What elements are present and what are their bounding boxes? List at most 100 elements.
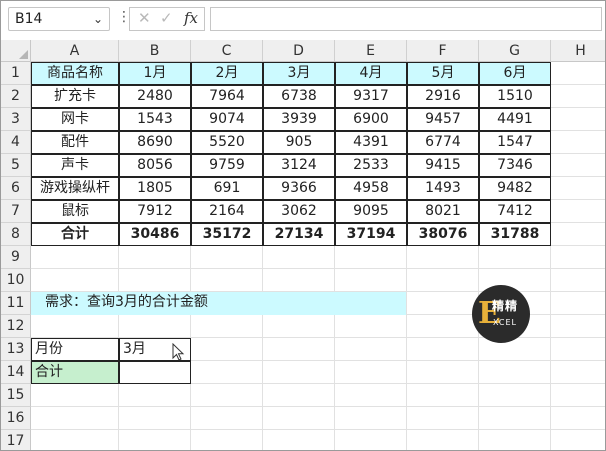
cell-g9[interactable] bbox=[479, 246, 551, 269]
cell-h16[interactable] bbox=[551, 407, 605, 430]
lookup-month-label[interactable]: 月份 bbox=[31, 338, 119, 361]
cell-f11[interactable] bbox=[407, 292, 479, 315]
insert-function-icon[interactable]: fx bbox=[184, 9, 198, 27]
cell-f15[interactable] bbox=[407, 384, 479, 407]
table-header-cell[interactable]: 4月 bbox=[335, 62, 407, 85]
row-header-6[interactable]: 6 bbox=[1, 177, 31, 200]
table-header-cell[interactable]: 6月 bbox=[479, 62, 551, 85]
cell-b10[interactable] bbox=[119, 269, 191, 292]
cell-a10[interactable] bbox=[31, 269, 119, 292]
row-header-3[interactable]: 3 bbox=[1, 108, 31, 131]
table-cell[interactable]: 3124 bbox=[263, 154, 335, 177]
cell-b12[interactable] bbox=[119, 315, 191, 338]
cell-g15[interactable] bbox=[479, 384, 551, 407]
cell-f10[interactable] bbox=[407, 269, 479, 292]
row-header-15[interactable]: 15 bbox=[1, 384, 31, 407]
cell-d10[interactable] bbox=[263, 269, 335, 292]
cell-h12[interactable] bbox=[551, 315, 605, 338]
table-cell[interactable]: 3062 bbox=[263, 200, 335, 223]
cell-h5[interactable] bbox=[551, 154, 605, 177]
table-cell[interactable]: 905 bbox=[263, 131, 335, 154]
cell-g14[interactable] bbox=[479, 361, 551, 384]
table-cell[interactable]: 7346 bbox=[479, 154, 551, 177]
formula-input[interactable] bbox=[210, 7, 602, 31]
cell-c13[interactable] bbox=[191, 338, 263, 361]
cell-f17[interactable] bbox=[407, 430, 479, 450]
chevron-down-icon[interactable]: ⌄ bbox=[93, 12, 103, 26]
total-value-cell[interactable]: 27134 bbox=[263, 223, 335, 246]
table-header-cell[interactable]: 1月 bbox=[119, 62, 191, 85]
table-cell[interactable]: 9415 bbox=[407, 154, 479, 177]
row-header-14[interactable]: 14 bbox=[1, 361, 31, 384]
table-cell[interactable]: 9366 bbox=[263, 177, 335, 200]
cell-d12[interactable] bbox=[263, 315, 335, 338]
cell-h6[interactable] bbox=[551, 177, 605, 200]
table-cell[interactable]: 9317 bbox=[335, 85, 407, 108]
total-value-cell[interactable]: 38076 bbox=[407, 223, 479, 246]
select-all-corner[interactable] bbox=[1, 40, 31, 62]
cell-e15[interactable] bbox=[335, 384, 407, 407]
cell-c16[interactable] bbox=[191, 407, 263, 430]
total-value-cell[interactable]: 35172 bbox=[191, 223, 263, 246]
enter-check-icon[interactable]: ✓ bbox=[160, 9, 173, 27]
cell-h11[interactable] bbox=[551, 292, 605, 315]
cell-b16[interactable] bbox=[119, 407, 191, 430]
cell-a15[interactable] bbox=[31, 384, 119, 407]
table-cell[interactable]: 9482 bbox=[479, 177, 551, 200]
table-cell[interactable]: 7912 bbox=[119, 200, 191, 223]
cell-a9[interactable] bbox=[31, 246, 119, 269]
row-header-9[interactable]: 9 bbox=[1, 246, 31, 269]
column-header-a[interactable]: A bbox=[31, 40, 119, 62]
cell-e10[interactable] bbox=[335, 269, 407, 292]
cell-h1[interactable] bbox=[551, 62, 605, 85]
cell-d16[interactable] bbox=[263, 407, 335, 430]
table-cell[interactable]: 8056 bbox=[119, 154, 191, 177]
cell-f9[interactable] bbox=[407, 246, 479, 269]
column-header-c[interactable]: C bbox=[191, 40, 263, 62]
row-header-13[interactable]: 13 bbox=[1, 338, 31, 361]
cell-b15[interactable] bbox=[119, 384, 191, 407]
row-header-8[interactable]: 8 bbox=[1, 223, 31, 246]
table-header-cell[interactable]: 2月 bbox=[191, 62, 263, 85]
cell-a12[interactable] bbox=[31, 315, 119, 338]
table-cell[interactable]: 8690 bbox=[119, 131, 191, 154]
cell-f14[interactable] bbox=[407, 361, 479, 384]
cell-a16[interactable] bbox=[31, 407, 119, 430]
cell-c10[interactable] bbox=[191, 269, 263, 292]
cell-e14[interactable] bbox=[335, 361, 407, 384]
cell-d13[interactable] bbox=[263, 338, 335, 361]
total-label-cell[interactable]: 合计 bbox=[31, 223, 119, 246]
table-cell[interactable]: 网卡 bbox=[31, 108, 119, 131]
table-cell[interactable]: 4391 bbox=[335, 131, 407, 154]
cell-b9[interactable] bbox=[119, 246, 191, 269]
table-header-cell[interactable]: 3月 bbox=[263, 62, 335, 85]
table-cell[interactable]: 8021 bbox=[407, 200, 479, 223]
table-cell[interactable]: 1547 bbox=[479, 131, 551, 154]
cell-c15[interactable] bbox=[191, 384, 263, 407]
table-cell[interactable]: 扩充卡 bbox=[31, 85, 119, 108]
cell-g13[interactable] bbox=[479, 338, 551, 361]
table-header-cell[interactable]: 5月 bbox=[407, 62, 479, 85]
cell-h9[interactable] bbox=[551, 246, 605, 269]
cell-h13[interactable] bbox=[551, 338, 605, 361]
table-cell[interactable]: 1805 bbox=[119, 177, 191, 200]
cell-c9[interactable] bbox=[191, 246, 263, 269]
cell-c12[interactable] bbox=[191, 315, 263, 338]
row-header-11[interactable]: 11 bbox=[1, 292, 31, 315]
cell-c14[interactable] bbox=[191, 361, 263, 384]
table-cell[interactable]: 7412 bbox=[479, 200, 551, 223]
lookup-total-value[interactable] bbox=[119, 361, 191, 384]
column-header-g[interactable]: G bbox=[479, 40, 551, 62]
table-cell[interactable]: 1543 bbox=[119, 108, 191, 131]
table-cell[interactable]: 2916 bbox=[407, 85, 479, 108]
table-cell[interactable]: 游戏操纵杆 bbox=[31, 177, 119, 200]
cancel-icon[interactable]: ✕ bbox=[138, 9, 151, 27]
table-cell[interactable]: 6900 bbox=[335, 108, 407, 131]
table-cell[interactable]: 4958 bbox=[335, 177, 407, 200]
cell-g16[interactable] bbox=[479, 407, 551, 430]
cell-f13[interactable] bbox=[407, 338, 479, 361]
column-header-e[interactable]: E bbox=[335, 40, 407, 62]
row-header-10[interactable]: 10 bbox=[1, 269, 31, 292]
table-cell[interactable]: 3939 bbox=[263, 108, 335, 131]
row-header-7[interactable]: 7 bbox=[1, 200, 31, 223]
